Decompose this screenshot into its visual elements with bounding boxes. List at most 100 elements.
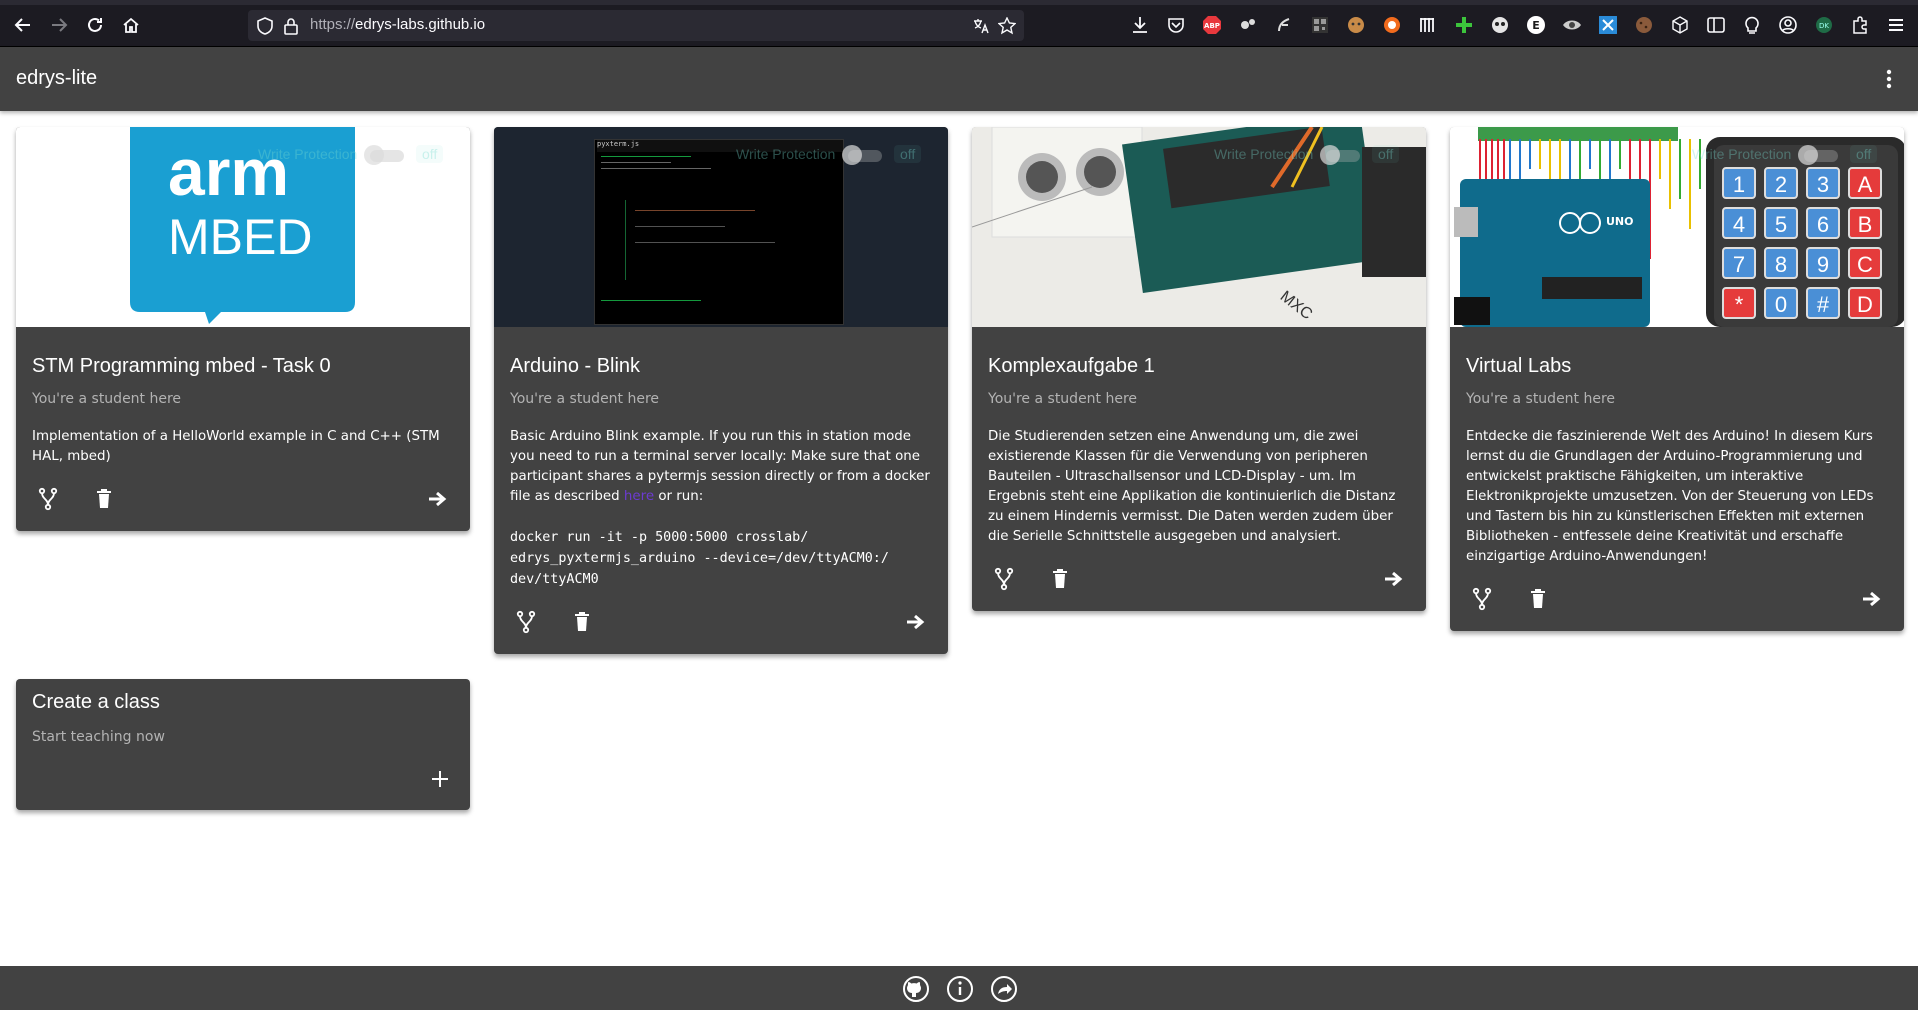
description-text: or run: [654, 489, 704, 504]
arrow-right-icon[interactable] [426, 487, 450, 511]
card-description: Die Studierenden setzen eine Anwendung u… [988, 429, 1396, 544]
face-extension-icon[interactable] [1346, 15, 1366, 35]
add-icon[interactable] [428, 767, 452, 791]
bookmark-star-icon[interactable] [998, 17, 1016, 35]
terminal-line [635, 242, 775, 243]
extensions-puzzle-icon[interactable] [1850, 15, 1870, 35]
keypad-key: C [1848, 247, 1882, 279]
hamburger-menu-icon[interactable] [1886, 15, 1906, 35]
card-title[interactable]: Komplexaufgabe 1 [988, 355, 1155, 378]
account-icon[interactable] [1778, 15, 1798, 35]
lock-icon [284, 18, 298, 35]
toggle-thumb[interactable] [1320, 145, 1340, 165]
github-icon[interactable] [902, 975, 930, 1003]
keypad-key: 5 [1764, 207, 1798, 239]
keypad-key: 6 [1806, 207, 1840, 239]
card-description: Entdecke die faszinierende Welt des Ardu… [1466, 429, 1874, 564]
delete-icon[interactable] [570, 610, 594, 634]
description-text: Basic Arduino Blink example. If you run … [510, 429, 930, 504]
write-protection-label: Write Protection [736, 146, 836, 162]
share-icon[interactable] [990, 975, 1018, 1003]
keypad-key: 8 [1764, 247, 1798, 279]
toggle-thumb[interactable] [842, 145, 862, 165]
write-protection-state: off [894, 145, 922, 163]
qr-code-icon[interactable] [1310, 15, 1330, 35]
sidebar-icon[interactable] [1706, 15, 1726, 35]
class-card-komplexaufgabe[interactable]: MXC Write Protection off Komplexaufgabe … [972, 127, 1426, 611]
extension-puzzle-dark-icon[interactable] [1238, 15, 1258, 35]
fork-icon[interactable] [36, 487, 60, 511]
browser-toolbar: https://edrys-labs.github.io ABP E DK [0, 0, 1918, 47]
delete-icon[interactable] [1048, 567, 1072, 591]
cube-icon[interactable] [1670, 15, 1690, 35]
brave-extension-icon[interactable] [1382, 15, 1402, 35]
terminal-line [601, 300, 701, 301]
fork-icon[interactable] [1470, 587, 1494, 611]
fork-icon[interactable] [992, 567, 1016, 591]
svg-text:E: E [1532, 19, 1540, 32]
url-text[interactable]: https://edrys-labs.github.io [310, 16, 485, 33]
delete-icon[interactable] [92, 487, 116, 511]
home-button[interactable] [120, 14, 142, 36]
keypad-key: 0 [1764, 287, 1798, 319]
card-description: Implementation of a HelloWorld example i… [32, 429, 440, 464]
cookie-extension-icon[interactable] [1634, 15, 1654, 35]
downloads-icon[interactable] [1130, 15, 1150, 35]
toggle-thumb[interactable] [364, 145, 384, 165]
keypad-key: 2 [1764, 167, 1798, 199]
ghost-extension-icon[interactable] [1490, 15, 1510, 35]
delete-icon[interactable] [1526, 587, 1550, 611]
write-protection-toggle[interactable]: Write Protection off [1692, 141, 1892, 169]
keypad-key: 4 [1722, 207, 1756, 239]
card-image: pyxterm.js Write Protection off [494, 127, 948, 327]
card-subtitle: You're a student here [32, 391, 182, 407]
library-icon[interactable] [1418, 15, 1438, 35]
cross-extension-icon[interactable] [1598, 15, 1618, 35]
extension-hook-icon[interactable] [1274, 15, 1294, 35]
reload-button[interactable] [84, 14, 106, 36]
keypad-key: D [1848, 287, 1882, 319]
write-protection-label: Write Protection [1214, 146, 1314, 162]
create-class-card[interactable]: Create a class Start teaching now [16, 679, 470, 810]
board-label: UNO [1606, 215, 1634, 228]
adblock-icon[interactable]: ABP [1202, 15, 1222, 35]
terminal-line [601, 162, 671, 163]
reload-icon [88, 17, 102, 32]
card-title[interactable]: Arduino - Blink [510, 355, 640, 378]
arrow-right-icon[interactable] [1382, 567, 1406, 591]
plus-extension-icon[interactable] [1454, 15, 1474, 35]
keypad-key: A [1848, 167, 1882, 199]
class-card-stm[interactable]: arm MBED Write Protection off STM Progra… [16, 127, 470, 531]
card-title[interactable]: STM Programming mbed - Task 0 [32, 355, 331, 378]
forward-button[interactable] [48, 14, 70, 36]
arrow-left-icon [14, 18, 30, 32]
card-image: arm MBED Write Protection off [16, 127, 470, 327]
write-protection-label: Write Protection [1692, 146, 1792, 162]
write-protection-toggle[interactable]: Write Protection off [1214, 141, 1414, 169]
pocket-icon[interactable] [1166, 15, 1186, 35]
description-link[interactable]: here [624, 489, 654, 504]
translate-icon[interactable] [972, 17, 990, 35]
card-image: UNO 1 2 3 A 4 5 6 B 7 8 9 C * 0 # D Write Protection of… [1450, 127, 1904, 327]
more-vertical-icon[interactable] [1886, 69, 1892, 89]
class-card-virtual-labs[interactable]: UNO 1 2 3 A 4 5 6 B 7 8 9 C * 0 # D Write Protection of… [1450, 127, 1904, 631]
app-bar: edrys-lite [0, 47, 1918, 111]
class-card-arduino-blink[interactable]: pyxterm.js Write Protection off Arduino … [494, 127, 948, 654]
write-protection-state: off [1372, 145, 1400, 163]
eye-extension-icon[interactable] [1562, 15, 1582, 35]
arrow-right-icon[interactable] [1860, 587, 1884, 611]
lightbulb-icon[interactable] [1742, 15, 1762, 35]
evernote-extension-icon[interactable]: E [1526, 15, 1546, 35]
green-extension-icon[interactable]: DK [1814, 15, 1834, 35]
card-title[interactable]: Virtual Labs [1466, 355, 1571, 378]
info-icon[interactable] [946, 975, 974, 1003]
back-button[interactable] [12, 14, 34, 36]
address-bar[interactable]: https://edrys-labs.github.io [248, 10, 1024, 41]
write-protection-toggle[interactable]: Write Protection off [736, 141, 936, 169]
write-protection-toggle[interactable]: Write Protection off [258, 141, 458, 169]
fork-icon[interactable] [514, 610, 538, 634]
arrow-right-icon[interactable] [904, 610, 928, 634]
arrow-right-icon [52, 18, 68, 32]
card-image: MXC Write Protection off [972, 127, 1426, 327]
toggle-thumb[interactable] [1798, 145, 1818, 165]
